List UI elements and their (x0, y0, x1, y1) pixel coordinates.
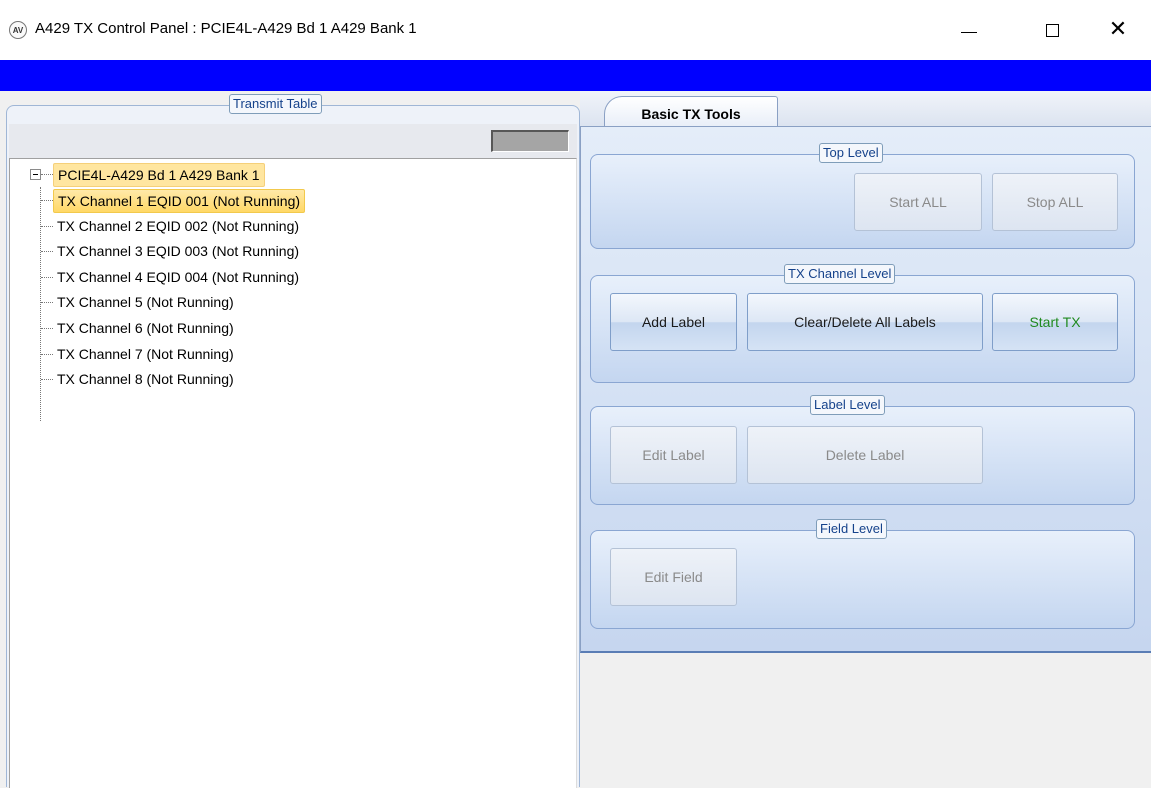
header-band (0, 60, 1151, 91)
collapse-toggle-icon[interactable] (30, 169, 41, 180)
app-icon: AV (9, 21, 27, 39)
edit-field-button[interactable]: Edit Field (610, 548, 737, 606)
tree-connector (41, 277, 53, 278)
empty-panel-area (580, 653, 1151, 787)
tree-connector (41, 379, 53, 380)
tree-connector (41, 251, 53, 252)
tree-connector (41, 354, 53, 355)
maximize-button[interactable] (1024, 0, 1080, 60)
tab-basic-tx-tools[interactable]: Basic TX Tools (604, 96, 778, 127)
tx-channel-level-legend: TX Channel Level (784, 264, 896, 284)
title-bar: AV A429 TX Control Panel : PCIE4L-A429 B… (0, 0, 1151, 60)
tree-channel-node[interactable]: TX Channel 8 (Not Running) (53, 368, 238, 390)
close-icon: ✕ (1108, 17, 1128, 42)
tree-channel-node[interactable]: TX Channel 3 EQID 003 (Not Running) (53, 240, 303, 262)
transmit-tree[interactable]: PCIE4L-A429 Bd 1 A429 Bank 1 TX Channel … (9, 158, 577, 788)
tree-connector (41, 200, 53, 201)
tree-channel-node[interactable]: TX Channel 4 EQID 004 (Not Running) (53, 266, 303, 288)
start-all-button[interactable]: Start ALL (854, 173, 982, 231)
tree-connector (41, 174, 53, 175)
tree-connector (41, 226, 53, 227)
top-level-legend: Top Level (819, 143, 883, 163)
tree-connector (41, 302, 53, 303)
tree-root-node[interactable]: PCIE4L-A429 Bd 1 A429 Bank 1 (53, 163, 265, 187)
tree-connector (40, 187, 41, 421)
tree-channel-node[interactable]: TX Channel 2 EQID 002 (Not Running) (53, 215, 303, 237)
transmit-table-legend: Transmit Table (229, 94, 322, 114)
tree-channel-node[interactable]: TX Channel 1 EQID 001 (Not Running) (53, 189, 306, 213)
delete-label-button[interactable]: Delete Label (747, 426, 983, 484)
tree-channel-node[interactable]: TX Channel 7 (Not Running) (53, 343, 238, 365)
edit-label-button[interactable]: Edit Label (610, 426, 737, 484)
tree-channel-node[interactable]: TX Channel 6 (Not Running) (53, 317, 238, 339)
tree-channel-node[interactable]: TX Channel 5 (Not Running) (53, 291, 238, 313)
field-level-legend: Field Level (816, 519, 887, 539)
clear-delete-all-labels-button[interactable]: Clear/Delete All Labels (747, 293, 983, 351)
window-title: A429 TX Control Panel : PCIE4L-A429 Bd 1… (35, 20, 417, 37)
label-level-legend: Label Level (810, 395, 885, 415)
minimize-button[interactable] (941, 0, 997, 60)
status-indicator (491, 130, 569, 152)
add-label-button[interactable]: Add Label (610, 293, 737, 351)
start-tx-button[interactable]: Start TX (992, 293, 1118, 351)
tree-connector (41, 328, 53, 329)
stop-all-button[interactable]: Stop ALL (992, 173, 1118, 231)
transmit-table-group: Transmit Table PCIE4L-A429 Bd 1 A429 Ban… (6, 94, 580, 788)
maximize-icon (1045, 23, 1059, 37)
close-button[interactable]: ✕ (1090, 0, 1146, 60)
minimize-icon (961, 31, 977, 33)
